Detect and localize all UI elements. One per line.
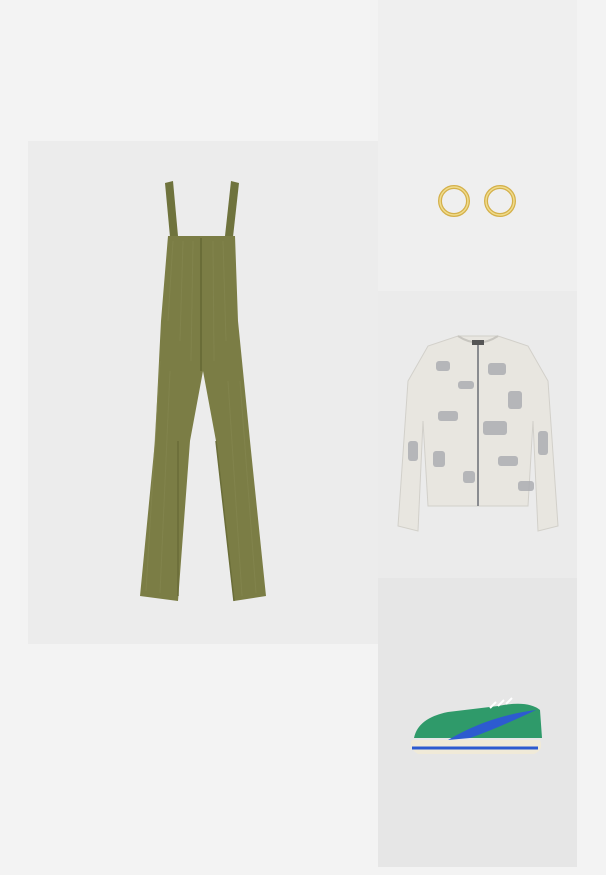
fleece-jacket-icon [397,335,559,532]
product-tile-jacket[interactable] [378,291,577,578]
green-blue-sneaker-icon [410,697,542,754]
gold-hoop-earrings-icon [438,185,516,217]
product-tile-earrings[interactable] [378,0,577,291]
product-tile-sneaker[interactable] [378,578,577,867]
corduroy-overalls-icon [140,181,266,602]
product-tile-overalls[interactable] [28,141,378,644]
